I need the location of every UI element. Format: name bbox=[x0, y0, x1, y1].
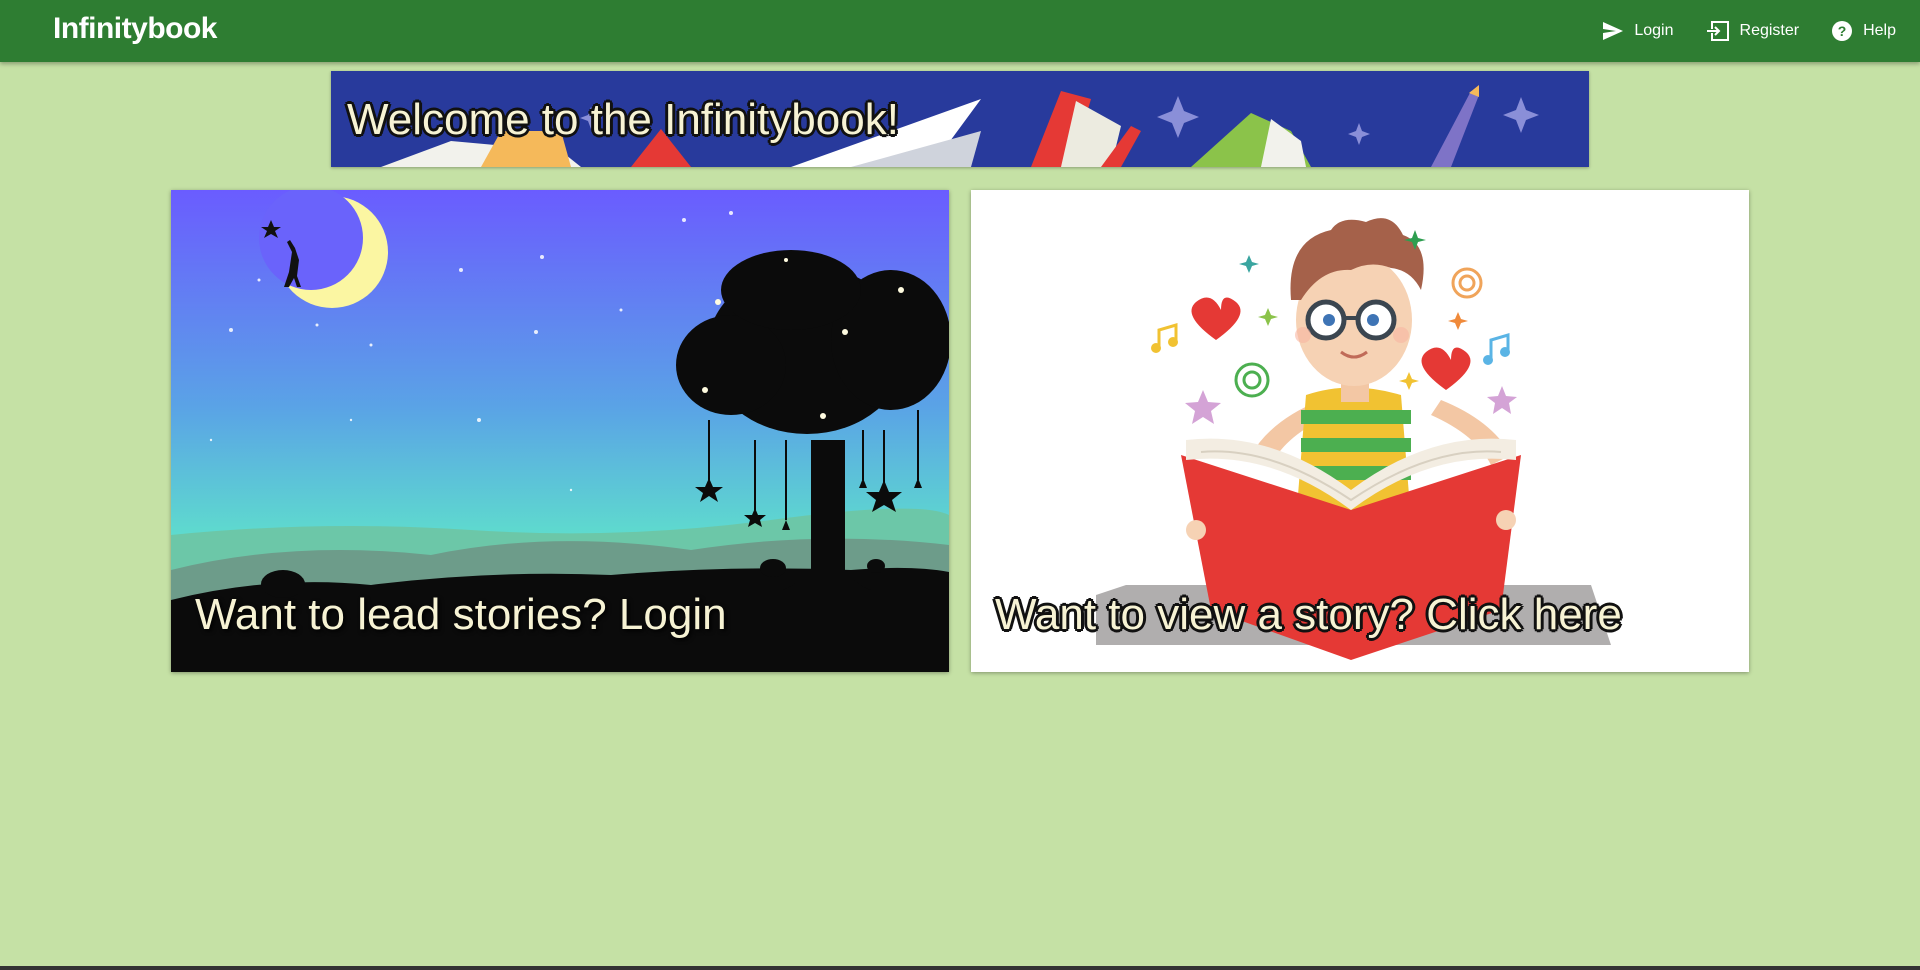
bottom-edge-line bbox=[0, 966, 1920, 970]
nav-register-button[interactable]: Register bbox=[1698, 11, 1808, 51]
login-icon bbox=[1705, 21, 1729, 41]
nav-login-button[interactable]: Login bbox=[1594, 11, 1681, 51]
welcome-banner: Welcome to the Infinitybook! bbox=[331, 71, 1589, 167]
nav-help-label: Help bbox=[1863, 22, 1896, 39]
lead-stories-caption: Want to lead stories? Login bbox=[195, 590, 727, 639]
help-circle-icon: ? bbox=[1832, 21, 1853, 41]
send-icon bbox=[1603, 22, 1624, 40]
brand-title[interactable]: Infinitybook bbox=[53, 12, 217, 46]
view-story-card[interactable]: Want to view a story? Click here bbox=[971, 190, 1749, 672]
banner-title: Welcome to the Infinitybook! bbox=[347, 95, 899, 144]
nav-help-button[interactable]: ? Help bbox=[1823, 11, 1904, 51]
nav-login-label: Login bbox=[1634, 22, 1674, 39]
top-nav: Login Register ? Help bbox=[1594, 0, 1920, 62]
svg-text:?: ? bbox=[1838, 23, 1847, 39]
view-story-caption: Want to view a story? Click here bbox=[995, 590, 1622, 639]
lead-stories-card[interactable]: Want to lead stories? Login bbox=[171, 190, 949, 672]
top-app-bar: Infinitybook Login Register ? Help bbox=[0, 0, 1920, 62]
nav-register-label: Register bbox=[1739, 22, 1800, 39]
